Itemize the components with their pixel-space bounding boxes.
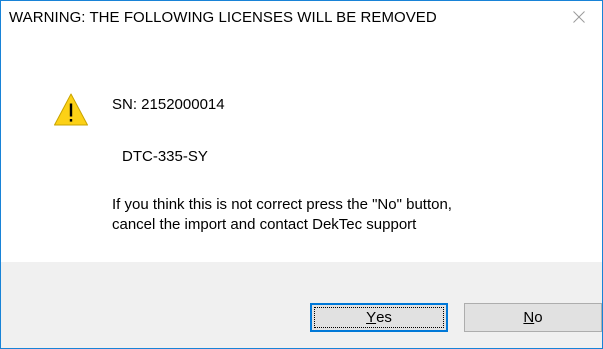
serial-number-text: SN: 2152000014	[112, 96, 225, 113]
title-bar[interactable]: WARNING: THE FOLLOWING LICENSES WILL BE …	[1, 1, 602, 32]
no-mnemonic: N	[523, 309, 535, 326]
instruction-line-2: cancel the import and contact DekTec sup…	[112, 216, 417, 233]
dialog-title: WARNING: THE FOLLOWING LICENSES WILL BE …	[9, 9, 437, 26]
close-icon	[573, 10, 585, 23]
button-bar: Yes No	[1, 262, 602, 348]
yes-button[interactable]: Yes	[310, 303, 448, 332]
message-area: SN: 2152000014 DTC-335-SY If you think t…	[1, 32, 602, 262]
yes-mnemonic: Y	[366, 309, 377, 326]
no-label-rest: o	[534, 309, 543, 326]
yes-label-rest: es	[376, 309, 392, 326]
instruction-line-1: If you think this is not correct press t…	[112, 196, 452, 213]
license-warning-dialog: WARNING: THE FOLLOWING LICENSES WILL BE …	[0, 0, 603, 349]
no-button[interactable]: No	[464, 303, 602, 332]
warning-icon	[54, 93, 88, 126]
license-product-text: DTC-335-SY	[122, 148, 208, 165]
close-button[interactable]	[556, 1, 602, 32]
